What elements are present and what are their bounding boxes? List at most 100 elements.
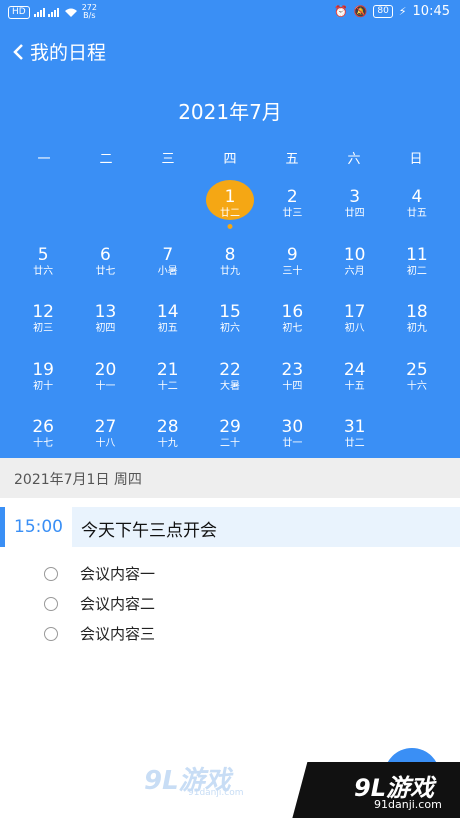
day-number: 28 (156, 417, 179, 437)
calendar-day-empty (12, 183, 74, 241)
watermark-banner: 9L游戏 91danji.com (278, 762, 460, 818)
nav-bar: 我的日程 (12, 38, 106, 65)
day-number: 7 (162, 244, 174, 265)
event-time: 15:00 (14, 517, 63, 537)
task-item[interactable]: 会议内容一 (44, 563, 155, 584)
calendar-day[interactable]: 7 小暑 (137, 241, 199, 299)
clock: 10:45 (412, 4, 450, 19)
day-number: 4 (411, 187, 423, 207)
lunar-date: 十八 (95, 438, 116, 449)
weekday-label: 一 (37, 152, 51, 167)
day-number: 11 (406, 244, 428, 265)
weekday-label: 日 (409, 152, 423, 167)
lunar-date: 初四 (95, 323, 116, 334)
lunar-date: 三十 (282, 265, 303, 277)
day-number: 24 (343, 359, 366, 380)
calendar-day[interactable]: 12 初三 (12, 298, 74, 356)
lunar-date: 廿七 (95, 265, 116, 277)
day-number: 10 (343, 244, 366, 265)
day-number: 5 (37, 244, 49, 265)
lunar-date: 廿一 (282, 438, 303, 449)
calendar-day[interactable]: 23 十四 (261, 356, 323, 414)
calendar-day[interactable]: 22 大暑 (199, 356, 261, 414)
lunar-date: 廿六 (33, 265, 54, 277)
calendar-day[interactable]: 21 十二 (137, 356, 199, 414)
lunar-date: 廿二 (220, 208, 241, 219)
calendar-day[interactable]: 8 廿九 (199, 241, 261, 299)
day-number: 16 (281, 302, 304, 322)
weekday-label: 二 (99, 152, 113, 167)
weekday-row: 一 二 三 四 五 六 日 (0, 148, 460, 167)
lunar-date: 六月 (344, 265, 365, 277)
task-checkbox[interactable] (44, 566, 58, 581)
calendar-day[interactable]: 11 初二 (386, 241, 448, 299)
day-number: 29 (219, 417, 241, 437)
task-item[interactable]: 会议内容三 (44, 623, 155, 644)
back-icon[interactable] (12, 43, 24, 61)
day-number: 14 (156, 302, 179, 322)
calendar-day[interactable]: 4 廿五 (386, 183, 448, 241)
calendar-header: HD 272 B/s ⏰ 🔕 80 ⚡ 10:45 我的日程 2021年7月 一 … (0, 0, 460, 458)
event-item[interactable]: 15:00 今天下午三点开会 (0, 507, 460, 547)
calendar-day[interactable]: 5 廿六 (12, 241, 74, 299)
calendar-day[interactable]: 3 廿四 (323, 183, 385, 241)
lunar-date: 初二 (406, 265, 427, 277)
day-number: 26 (32, 417, 54, 437)
calendar-day[interactable]: 2 廿三 (261, 183, 323, 241)
mute-icon: 🔕 (353, 5, 368, 18)
event-dot (227, 224, 233, 229)
day-number: 15 (219, 302, 241, 322)
calendar-day[interactable]: 24 十五 (323, 356, 385, 414)
day-number: 19 (32, 359, 54, 380)
calendar-day[interactable]: 9 三十 (261, 241, 323, 299)
calendar-day-empty (137, 183, 199, 241)
calendar-day[interactable]: 17 初八 (323, 298, 385, 356)
lunar-date: 初七 (282, 323, 303, 334)
lunar-date: 初六 (220, 323, 241, 334)
day-number: 27 (94, 417, 117, 437)
day-number: 21 (156, 359, 179, 380)
calendar-day[interactable]: 6 廿七 (74, 241, 136, 299)
day-number: 30 (281, 417, 304, 437)
watermark-logo: 9L游戏 91danji.com (144, 766, 244, 798)
calendar-day[interactable]: 18 初九 (386, 298, 448, 356)
day-number: 2 (286, 187, 298, 207)
event-title: 今天下午三点开会 (81, 521, 217, 541)
calendar-day[interactable]: 14 初五 (137, 298, 199, 356)
day-number: 17 (343, 302, 366, 322)
day-number: 25 (406, 359, 428, 380)
calendar-day[interactable]: 1 廿二 (199, 180, 261, 241)
task-checkbox[interactable] (44, 626, 58, 641)
calendar-day[interactable]: 16 初七 (261, 298, 323, 356)
network-speed: 272 B/s (81, 3, 97, 20)
wifi-icon (64, 8, 77, 17)
day-number: 6 (100, 244, 111, 265)
selected-date-bar: 2021年7月1日 周四 (0, 458, 460, 498)
task-label: 会议内容三 (80, 625, 156, 643)
calendar-day[interactable]: 13 初四 (74, 298, 136, 356)
day-number: 9 (286, 244, 298, 265)
lunar-date: 十六 (406, 380, 427, 392)
lunar-date: 初五 (157, 323, 178, 334)
task-item[interactable]: 会议内容二 (44, 593, 155, 614)
lunar-date: 廿三 (282, 208, 303, 219)
month-title[interactable]: 2021年7月 (0, 96, 460, 125)
lunar-date: 大暑 (220, 380, 241, 392)
calendar-day[interactable]: 19 初十 (12, 356, 74, 414)
task-checkbox[interactable] (44, 596, 58, 611)
calendar-day-empty (74, 183, 136, 241)
day-number: 8 (224, 244, 236, 265)
lunar-date: 十九 (157, 438, 178, 449)
lunar-date: 廿二 (344, 438, 365, 449)
calendar-day[interactable]: 15 初六 (199, 298, 261, 356)
calendar-day[interactable]: 10 六月 (323, 241, 385, 299)
weekday-label: 四 (223, 152, 237, 167)
event-card[interactable]: 今天下午三点开会 (72, 507, 460, 547)
lunar-date: 初九 (406, 323, 427, 334)
lunar-date: 初八 (344, 323, 365, 334)
day-number: 31 (343, 417, 366, 437)
calendar-day[interactable]: 20 十一 (74, 356, 136, 414)
event-accent (0, 507, 5, 547)
calendar-day[interactable]: 25 十六 (386, 356, 448, 414)
charging-icon: ⚡ (398, 5, 407, 18)
